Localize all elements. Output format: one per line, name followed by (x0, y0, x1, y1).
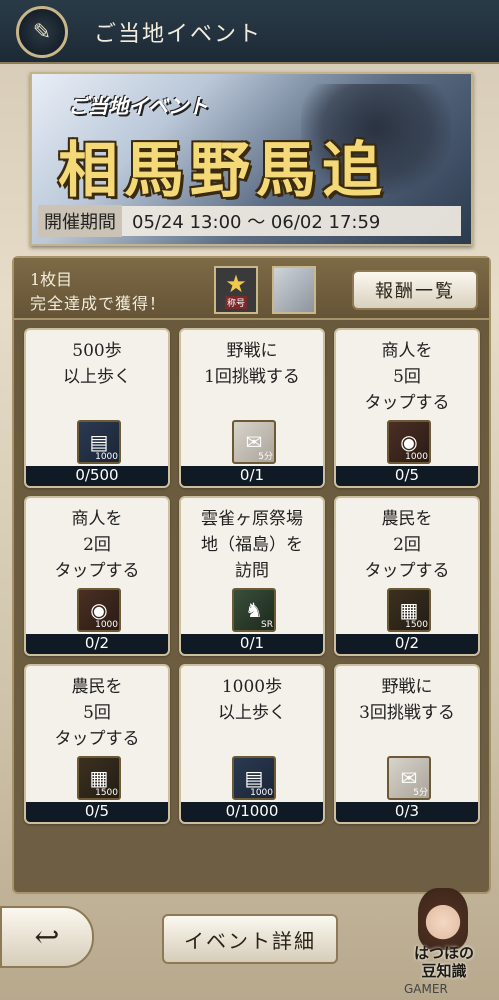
coin-icon: ◉ 1000 (387, 420, 431, 464)
mission-text: 500歩 以上歩く (63, 341, 131, 387)
progress-text: 0/5 (394, 466, 420, 484)
reward-quantity: 1500 (405, 620, 428, 630)
mission-text: 野戦に 3回挑戦する (359, 677, 455, 723)
item-reward-icon[interactable] (272, 266, 316, 314)
mission-text: 農民を 5回 タップする (54, 677, 140, 749)
progress-text: 0/1 (239, 466, 265, 484)
mission-card[interactable]: 野戦に 1回挑戦する ✉ 5分 0/1 (179, 328, 325, 488)
event-banner: ご当地イベント 相馬野馬追 開催期間 05/24 13:00 ～ 06/02 1… (30, 72, 473, 246)
reward-quantity: 1000 (405, 452, 428, 462)
reward-quantity: 1500 (95, 788, 118, 798)
reward-list-button[interactable]: 報酬一覧 (352, 270, 478, 310)
banner-title: 相馬野馬追 (58, 136, 388, 206)
icon-glyph: ▦ (399, 598, 419, 622)
coin-icon: ◉ 1000 (77, 588, 121, 632)
mission-card[interactable]: 雲雀ヶ原祭場 地（福島）を 訪問 ♞ SR 0/1 (179, 496, 325, 656)
guide-character-portrait (418, 888, 468, 950)
sheet-number: 1枚目 (30, 270, 73, 289)
event-detail-button[interactable]: イベント詳細 (162, 914, 338, 964)
reward-quantity: 1000 (95, 452, 118, 462)
icon-glyph: ◉ (90, 598, 108, 622)
mission-text: 商人を 2回 タップする (54, 509, 140, 581)
progress-text: 0/3 (394, 802, 420, 820)
silver-icon: ▤ 1000 (232, 756, 276, 800)
gamer-watermark: GAMER (404, 982, 448, 996)
mission-card[interactable]: 500歩 以上歩く ▤ 1000 0/500 (24, 328, 170, 488)
icon-glyph: ▤ (89, 430, 109, 454)
reward-quantity: SR (261, 620, 273, 630)
reward-quantity: 5分 (258, 452, 273, 462)
period-label: 開催期間 (38, 205, 122, 237)
icon-glyph: ▤ (244, 766, 264, 790)
title-reward-icon[interactable]: ★ 称号 (214, 266, 258, 314)
reward-quantity: 5分 (413, 788, 428, 798)
back-arrow-icon: ↩ (34, 919, 60, 955)
scroll-icon: ✉ 5分 (232, 420, 276, 464)
crossed-brushes-icon: ✎ (16, 6, 68, 58)
progress-text: 0/1000 (225, 802, 279, 820)
completion-reward-text: 完全達成で獲得！ (30, 294, 167, 313)
reward-quantity: 1000 (95, 620, 118, 630)
icon-glyph: ◉ (400, 430, 418, 454)
mission-text: 農民を 2回 タップする (364, 509, 450, 581)
guide-label: はつほの 豆知識 (413, 944, 474, 980)
panel-header: 1枚目 完全達成で獲得！ ★ 称号 報酬一覧 (14, 258, 489, 320)
banner-subtitle: ご当地イベント (68, 94, 208, 118)
rice-icon: ▦ 1500 (77, 756, 121, 800)
progress-text: 0/2 (84, 634, 110, 652)
header-bar: ✎ ご当地イベント (0, 0, 499, 64)
mission-card[interactable]: 農民を 2回 タップする ▦ 1500 0/2 (334, 496, 480, 656)
silver-icon: ▤ 1000 (77, 420, 121, 464)
trivia-guide-button[interactable]: はつほの 豆知識 GAMER (396, 888, 492, 996)
page-title: ご当地イベント (94, 22, 263, 47)
period-value: 05/24 13:00 ～ 06/02 17:59 (132, 212, 381, 233)
mission-text: 1000歩 以上歩く (218, 677, 286, 723)
horse-icon: ♞ SR (232, 588, 276, 632)
scroll-icon: ✉ 5分 (387, 756, 431, 800)
event-period: 開催期間 05/24 13:00 ～ 06/02 17:59 (38, 205, 461, 237)
progress-text: 0/1 (239, 634, 265, 652)
progress-text: 0/5 (84, 802, 110, 820)
mission-text: 商人を 5回 タップする (364, 341, 450, 413)
reward-quantity: 1000 (250, 788, 273, 798)
mission-card[interactable]: 農民を 5回 タップする ▦ 1500 0/5 (24, 664, 170, 824)
rice-icon: ▦ 1500 (387, 588, 431, 632)
mission-card[interactable]: 商人を 2回 タップする ◉ 1000 0/2 (24, 496, 170, 656)
mission-card[interactable]: 野戦に 3回挑戦する ✉ 5分 0/3 (334, 664, 480, 824)
back-button[interactable]: ↩ (0, 906, 94, 968)
icon-glyph: ♞ (245, 598, 263, 622)
mission-card[interactable]: 商人を 5回 タップする ◉ 1000 0/5 (334, 328, 480, 488)
mission-text: 雲雀ヶ原祭場 地（福島）を 訪問 (201, 509, 303, 581)
progress-text: 0/500 (75, 466, 119, 484)
mission-panel: 1枚目 完全達成で獲得！ ★ 称号 報酬一覧 500歩 以上歩く ▤ 1000 0/5… (12, 256, 491, 894)
title-tag: 称号 (224, 295, 247, 309)
mission-card[interactable]: 1000歩 以上歩く ▤ 1000 0/1000 (179, 664, 325, 824)
star-icon: ★ (225, 269, 247, 298)
progress-text: 0/2 (394, 634, 420, 652)
mission-text: 野戦に 1回挑戦する (204, 341, 300, 387)
icon-glyph: ▦ (89, 766, 109, 790)
